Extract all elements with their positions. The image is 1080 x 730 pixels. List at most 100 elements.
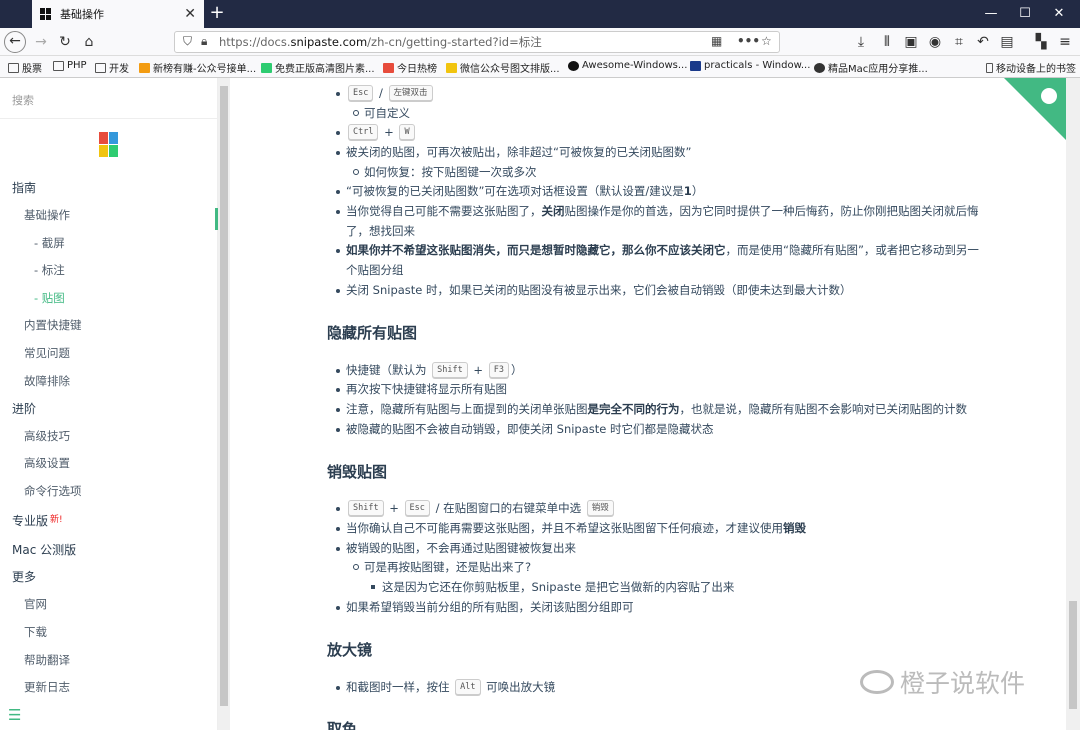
- divider: [0, 118, 217, 119]
- bookmark-link[interactable]: Awesome-Windows...: [568, 60, 687, 71]
- search-input[interactable]: 搜索: [12, 92, 34, 108]
- heading-color-picker[interactable]: 取色: [327, 718, 357, 730]
- bookmark-folder[interactable]: 开发: [95, 60, 129, 75]
- key-alt: Alt: [455, 679, 481, 695]
- list-item: 注意，隐藏所有贴图与上面提到的关闭单张贴图 是完全不同的行为 ，也就是说，隐藏所有贴…: [336, 402, 967, 416]
- bookmark-link[interactable]: 精品Mac应用分享推...: [814, 60, 928, 75]
- page-scrollbar[interactable]: [1066, 78, 1080, 730]
- bookmark-link[interactable]: practicals - Window...: [690, 60, 810, 71]
- sidebar-item-pro[interactable]: 专业版 新!: [12, 512, 63, 529]
- bookmark-link[interactable]: 新榜有赚-公众号接单...: [139, 60, 256, 75]
- snipaste-favicon-icon: [40, 8, 52, 20]
- shield-icon[interactable]: ⛉: [183, 34, 192, 49]
- url-prefix: https://docs.: [219, 35, 291, 49]
- browser-tab[interactable]: 基础操作 ✕: [32, 0, 204, 28]
- site-icon: [446, 62, 457, 73]
- list-item: 和截图时一样，按住 Alt 可唤出放大镜: [335, 679, 556, 695]
- sidebar-item-shortcuts[interactable]: 内置快捷键: [24, 317, 82, 333]
- download-icon[interactable]: ⤓: [850, 31, 872, 53]
- sidebar-item-faq[interactable]: 常见问题: [24, 345, 70, 361]
- sidebar-item-screenshot[interactable]: - 截屏: [34, 235, 65, 251]
- lock-icon[interactable]: 🔒︎: [201, 34, 207, 49]
- account-icon[interactable]: ◉: [924, 31, 946, 53]
- page-actions-icon[interactable]: •••: [737, 34, 760, 48]
- heading-magnifier[interactable]: 放大镜: [327, 639, 372, 660]
- pro-label: 专业版: [12, 514, 49, 528]
- mobile-bookmarks[interactable]: 移动设备上的书签: [986, 60, 1076, 75]
- heading-hide-all[interactable]: 隐藏所有贴图: [327, 322, 417, 343]
- bookmark-link[interactable]: 免费正版高清图片素...: [261, 60, 375, 75]
- qr-code-icon[interactable]: ▦: [711, 34, 722, 48]
- sidebar-item-basic[interactable]: 基础操作: [24, 207, 70, 223]
- key-esc: Esc: [404, 500, 430, 516]
- url-path: /zh-cn/getting-started?id=标注: [367, 35, 542, 49]
- home-button[interactable]: ⌂: [78, 31, 100, 53]
- navigation-toolbar: ← → ↻ ⌂ ⛉ 🔒︎ https://docs.snipaste.com/z…: [0, 28, 1080, 56]
- page-scroll-thumb[interactable]: [1069, 601, 1077, 709]
- tab-title: 基础操作: [60, 8, 104, 21]
- sidebar-item-download[interactable]: 下载: [24, 624, 47, 640]
- sidebar-item-annotate[interactable]: - 标注: [34, 262, 65, 278]
- section-guide: 指南: [12, 181, 37, 195]
- bookmark-folder[interactable]: PHP: [53, 60, 87, 71]
- sidebar-item-changelog[interactable]: 更新日志: [24, 679, 70, 695]
- folder-icon: [95, 62, 106, 73]
- forward-button[interactable]: →: [30, 31, 52, 53]
- bookmark-link[interactable]: 今日热榜: [383, 60, 437, 75]
- list-item: 可是再按贴图键，还是贴出来了?: [352, 560, 532, 574]
- site-icon: [261, 62, 272, 73]
- reload-button[interactable]: ↻: [54, 31, 76, 53]
- site-icon: [383, 62, 394, 73]
- sidebar-item-paste[interactable]: - 贴图: [34, 290, 65, 306]
- screenshot-crop-icon[interactable]: ⌗: [948, 31, 970, 53]
- list-item: 如何恢复：按下贴图键一次或多次: [353, 165, 537, 179]
- bookmark-folder[interactable]: 股票: [8, 60, 42, 75]
- list-item: 如果希望销毁当前分组的所有贴图，关闭该贴图分组即可: [336, 600, 634, 614]
- key-shift: Shift: [432, 362, 468, 378]
- list-item: 被销毁的贴图，不会再通过贴图键被恢复出来: [336, 541, 576, 555]
- key-double-click: 左键双击: [388, 85, 433, 101]
- new-tab-button[interactable]: +: [206, 3, 228, 25]
- minimize-icon[interactable]: —: [974, 0, 1008, 28]
- sidebar-item-settings[interactable]: 高级设置: [24, 455, 70, 471]
- list-item: Ctrl + W: [336, 124, 417, 140]
- snipaste-logo-icon: [99, 132, 119, 158]
- sidebar-item-mac[interactable]: Mac 公测版: [12, 541, 76, 558]
- sidebar-item-translate[interactable]: 帮助翻译: [24, 652, 70, 668]
- key-f3: F3: [488, 362, 509, 378]
- key-esc: Esc: [348, 85, 374, 101]
- address-bar[interactable]: ⛉ 🔒︎ https://docs.snipaste.com/zh-cn/get…: [174, 31, 780, 53]
- list-item: Esc / 左键双击: [336, 85, 435, 101]
- undo-icon[interactable]: ↶: [972, 31, 994, 53]
- heading-destroy[interactable]: 销毁贴图: [327, 461, 387, 482]
- sidebar-item-official[interactable]: 官网: [24, 596, 47, 612]
- new-badge: 新!: [50, 515, 63, 525]
- sidebar-item-cli[interactable]: 命令行选项: [24, 483, 82, 499]
- sidebar-toggle-icon[interactable]: ▣: [900, 31, 922, 53]
- bookmark-star-icon[interactable]: ☆: [761, 34, 772, 48]
- wechat-icon: [860, 670, 894, 694]
- puzzle-extension-icon[interactable]: ▚: [1030, 31, 1052, 53]
- url-domain: snipaste.com: [290, 35, 368, 49]
- site-icon: [690, 60, 701, 71]
- back-button[interactable]: ←: [4, 31, 26, 53]
- watermark: 橙子说软件: [860, 664, 1025, 700]
- close-tab-icon[interactable]: ✕: [184, 6, 196, 22]
- window-close-icon[interactable]: ✕: [1042, 0, 1076, 28]
- sidebar-scroll-thumb[interactable]: [220, 86, 228, 706]
- library-icon[interactable]: ⫴: [876, 31, 898, 53]
- sidebar-item-troubleshoot[interactable]: 故障排除: [24, 373, 70, 389]
- github-corner-icon[interactable]: [1004, 78, 1066, 140]
- watermark-text: 橙子说软件: [900, 669, 1026, 698]
- key-w: W: [399, 124, 415, 140]
- bookmarks-bar: 股票 PHP 开发 新榜有赚-公众号接单... 免费正版高清图片素... 今日热…: [0, 56, 1080, 78]
- hamburger-menu-icon[interactable]: ☰: [8, 706, 21, 724]
- menu-icon[interactable]: ≡: [1054, 31, 1076, 53]
- extension-icon[interactable]: ▤: [996, 31, 1018, 53]
- sidebar-scrollbar[interactable]: [218, 78, 230, 730]
- maximize-icon[interactable]: ☐: [1008, 0, 1042, 28]
- list-item: 快捷键（默认为 Shift + F3）: [335, 362, 523, 378]
- bookmark-link[interactable]: 微信公众号图文排版...: [446, 60, 560, 75]
- site-icon: [139, 62, 150, 73]
- sidebar-item-tips[interactable]: 高级技巧: [24, 428, 70, 444]
